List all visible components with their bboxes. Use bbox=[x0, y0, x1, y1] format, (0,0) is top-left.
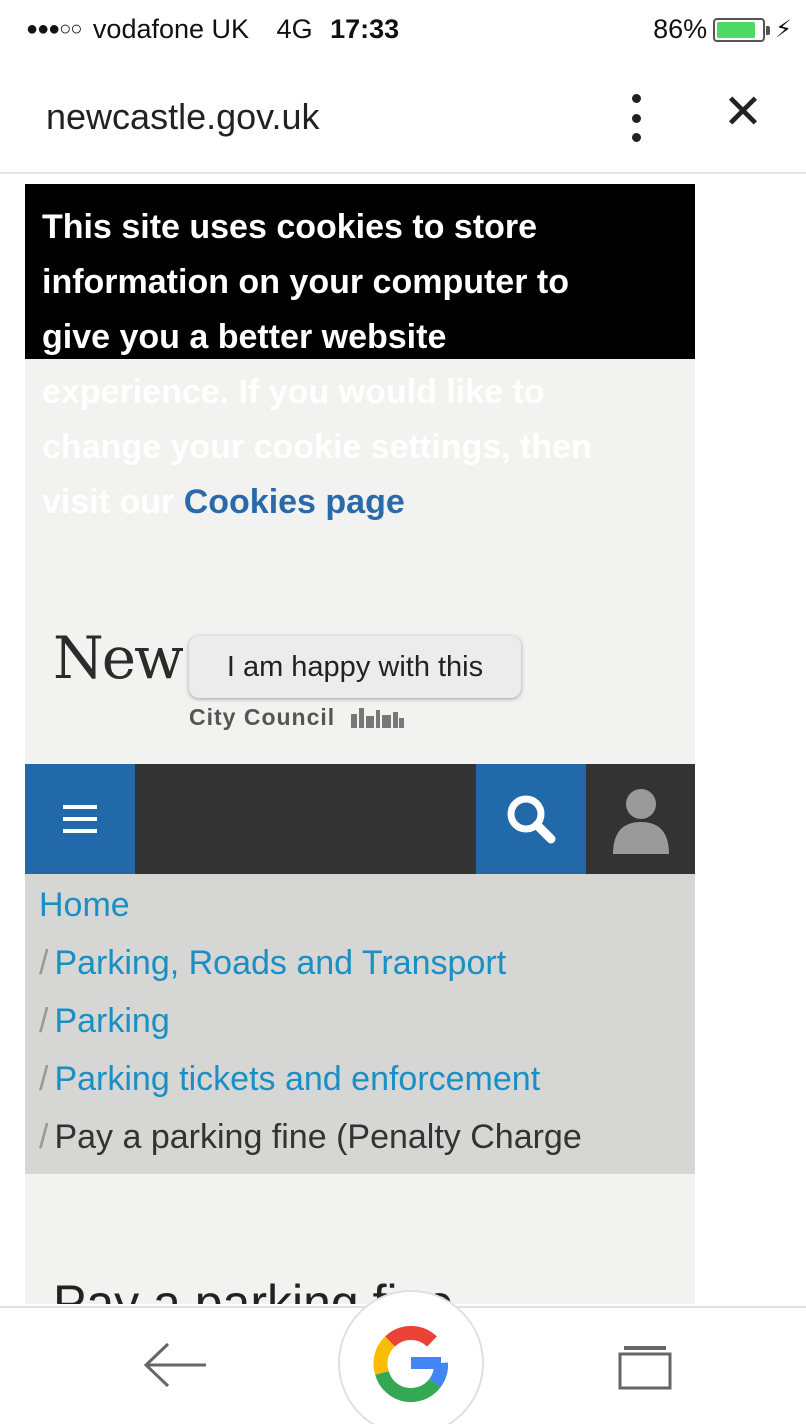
skyline-icon bbox=[350, 708, 404, 728]
breadcrumb-link-parking[interactable]: Parking bbox=[54, 1002, 169, 1040]
breadcrumb-item[interactable]: Home bbox=[39, 886, 130, 925]
hamburger-line bbox=[63, 805, 97, 809]
signal-strength-icon: ●●●○○ bbox=[26, 18, 82, 40]
status-left: ●●●○○ vodafone UK 4G 17:33 bbox=[26, 14, 399, 45]
back-arrow-icon[interactable] bbox=[140, 1340, 210, 1390]
vertical-dots-icon[interactable] bbox=[618, 90, 654, 146]
breadcrumb-link-parking-roads-transport[interactable]: Parking, Roads and Transport bbox=[54, 944, 506, 982]
google-button[interactable] bbox=[338, 1290, 484, 1424]
dot bbox=[631, 94, 641, 103]
close-icon[interactable]: ✕ bbox=[718, 88, 768, 138]
hamburger-icon[interactable] bbox=[25, 764, 135, 874]
clock-time: 17:33 bbox=[330, 14, 400, 44]
logo-subtitle: City Council bbox=[189, 704, 405, 731]
browser-url-bar: newcastle.gov.uk ✕ bbox=[0, 62, 806, 174]
logo-subtitle-text: City Council bbox=[189, 704, 336, 730]
google-icon bbox=[373, 1325, 449, 1403]
breadcrumb-current: Pay a parking fine (Penalty Charge bbox=[54, 1118, 582, 1156]
web-page: This site uses cookies to store informat… bbox=[25, 184, 695, 1304]
user-account-button[interactable] bbox=[586, 764, 695, 874]
breadcrumb-separator: / bbox=[39, 1118, 49, 1156]
network-type: 4G bbox=[276, 14, 313, 44]
cookie-message: This site uses cookies to store informat… bbox=[42, 208, 592, 521]
charging-bolt-icon: ⚡ bbox=[775, 16, 792, 43]
hamburger-line bbox=[63, 829, 97, 833]
breadcrumb-item[interactable]: / Parking, Roads and Transport bbox=[39, 944, 506, 983]
carrier-name: vodafone UK bbox=[92, 14, 250, 44]
breadcrumb-item: / Pay a parking fine (Penalty Charge bbox=[39, 1118, 582, 1157]
dot bbox=[631, 133, 641, 142]
user-icon bbox=[612, 789, 669, 854]
search-icon bbox=[507, 795, 556, 844]
breadcrumb-separator: / bbox=[39, 1060, 49, 1098]
battery-icon bbox=[713, 17, 771, 42]
dot bbox=[631, 113, 641, 123]
search-button[interactable] bbox=[476, 764, 586, 874]
hamburger-line bbox=[63, 817, 97, 821]
breadcrumb: Home / Parking, Roads and Transport / Park… bbox=[25, 874, 695, 1174]
cookies-page-link[interactable]: Cookies page bbox=[184, 483, 405, 521]
battery-tip bbox=[766, 25, 771, 35]
cookie-banner-text: This site uses cookies to store informat… bbox=[42, 200, 602, 530]
breadcrumb-link-parking-tickets[interactable]: Parking tickets and enforcement bbox=[54, 1060, 540, 1098]
breadcrumb-item[interactable]: / Parking bbox=[39, 1002, 170, 1041]
breadcrumb-item[interactable]: / Parking tickets and enforcement bbox=[39, 1060, 540, 1099]
status-right: 86% ⚡ bbox=[653, 14, 792, 45]
url-text[interactable]: newcastle.gov.uk bbox=[46, 96, 319, 138]
battery-fill bbox=[717, 21, 755, 38]
battery-percent: 86% bbox=[653, 14, 708, 44]
breadcrumb-separator: / bbox=[39, 1002, 49, 1040]
breadcrumb-separator: / bbox=[39, 944, 49, 982]
browser-bottom-bar bbox=[0, 1290, 806, 1424]
status-bar: ●●●○○ vodafone UK 4G 17:33 86% ⚡ bbox=[0, 0, 806, 62]
site-navbar bbox=[25, 764, 695, 874]
logo-wordmark: New bbox=[53, 624, 184, 692]
accept-cookies-button[interactable]: I am happy with this bbox=[189, 636, 521, 698]
breadcrumb-link-home[interactable]: Home bbox=[39, 886, 130, 924]
tabs-icon[interactable] bbox=[618, 1344, 672, 1390]
